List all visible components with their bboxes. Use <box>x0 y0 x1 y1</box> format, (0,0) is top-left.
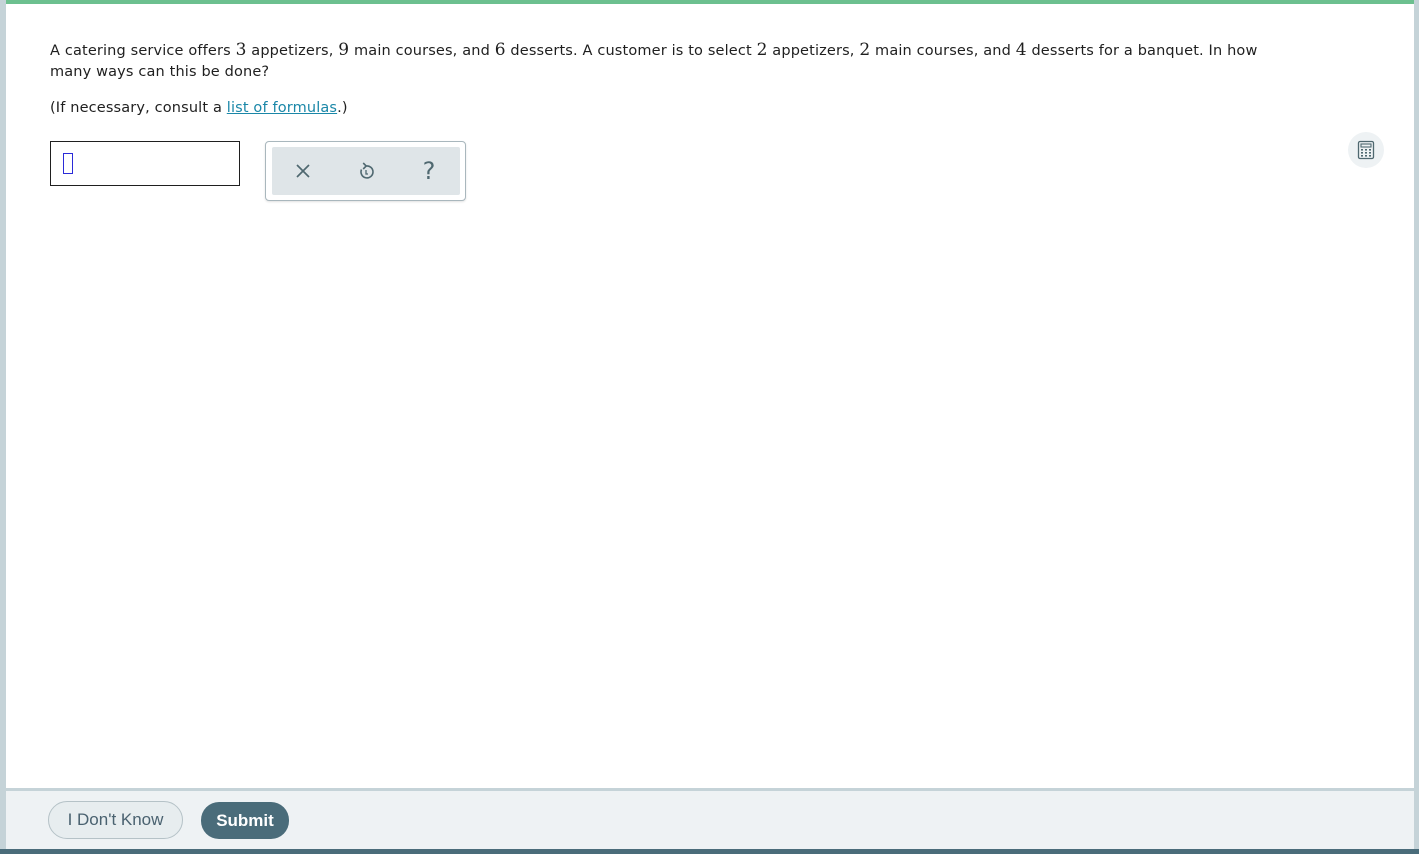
undo-icon <box>360 162 374 179</box>
help-button[interactable]: ? <box>414 156 444 186</box>
answer-input[interactable] <box>50 141 240 186</box>
appetizers-selected: 2 <box>756 40 768 60</box>
question-text: A catering service offers 3 appetizers, … <box>50 40 1258 80</box>
answer-tools-bar: ? <box>272 147 460 195</box>
undo-button[interactable] <box>351 156 381 186</box>
calculator-icon <box>1357 140 1375 160</box>
desserts-offered: 6 <box>494 40 506 60</box>
desserts-selected: 4 <box>1015 40 1027 60</box>
list-of-formulas-link[interactable]: list of formulas <box>227 100 337 116</box>
main-courses-offered: 9 <box>338 40 350 60</box>
top-progress-bar <box>6 0 1414 4</box>
appetizers-offered: 3 <box>235 40 247 60</box>
answer-tools-panel: ? <box>265 141 466 201</box>
main-page: A catering service offers 3 appetizers, … <box>6 0 1414 788</box>
main-courses-selected: 2 <box>859 40 871 60</box>
i-dont-know-button[interactable]: I Don't Know <box>48 801 183 839</box>
formula-hint: (If necessary, consult a list of formula… <box>50 100 348 116</box>
footer-bar: I Don't Know Submit <box>6 791 1414 849</box>
close-icon <box>296 164 310 178</box>
submit-button[interactable]: Submit <box>201 802 289 839</box>
input-caret <box>63 153 73 174</box>
bottom-status-strip <box>0 849 1419 854</box>
help-icon: ? <box>422 157 436 185</box>
calculator-button[interactable] <box>1348 132 1384 168</box>
clear-button[interactable] <box>288 156 318 186</box>
